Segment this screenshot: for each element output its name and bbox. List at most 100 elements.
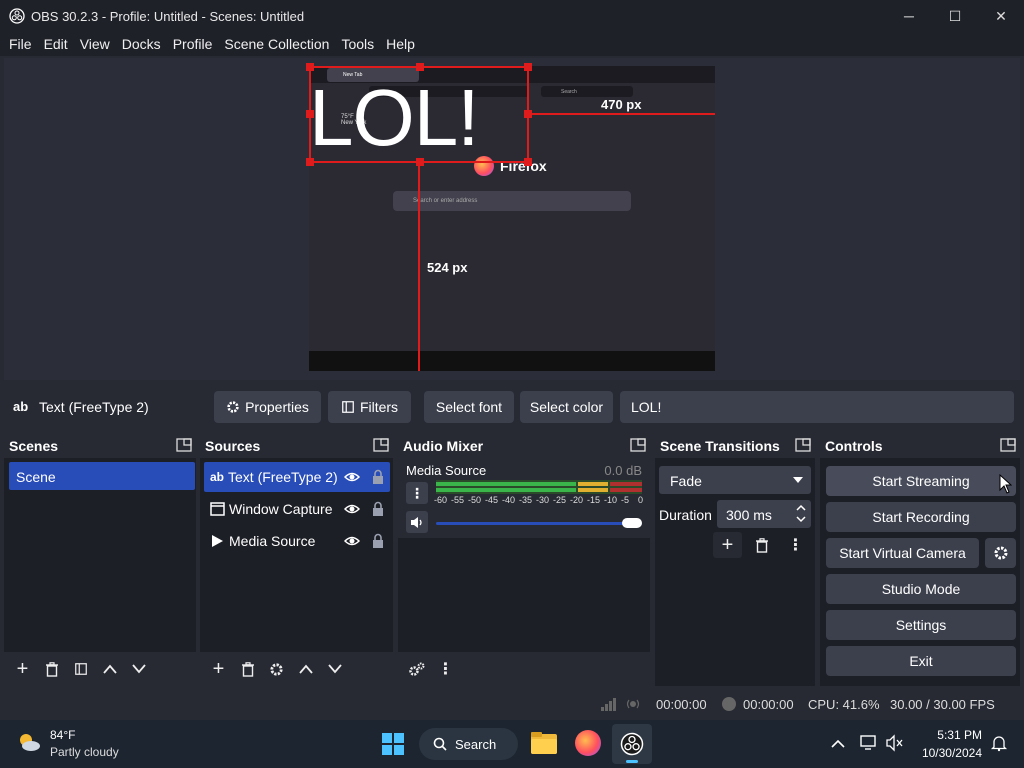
eye-icon[interactable] [344,501,360,517]
volume-slider[interactable] [436,518,642,528]
file-explorer-button[interactable] [530,730,558,759]
menu-edit[interactable]: Edit [38,36,74,52]
scenes-title: Scenes [9,438,59,454]
menu-profile[interactable]: Profile [167,36,219,52]
filter-icon [342,401,354,413]
remove-transition-button[interactable] [747,532,776,558]
source-item-media-source[interactable]: Media Source [204,526,390,556]
transform-handle-bl[interactable] [306,158,314,166]
add-scene-button[interactable]: + [8,656,37,682]
move-scene-down-button[interactable] [124,656,153,682]
firefox-taskbar-icon[interactable] [575,730,601,756]
move-source-down-button[interactable] [320,656,349,682]
meter-green-r [436,488,576,492]
select-color-button[interactable]: Select color [520,391,613,423]
meter-tick-label: -30 [536,495,550,505]
remove-scene-button[interactable] [37,656,66,682]
source-item-window-capture[interactable]: Window Capture [204,494,390,524]
meter-red-r [610,488,642,492]
undock-icon[interactable] [373,438,389,452]
transform-handle-tl[interactable] [306,63,314,71]
add-transition-button[interactable]: + [713,532,742,558]
active-app-indicator [626,760,638,763]
undock-icon[interactable] [630,438,646,452]
transform-handle-tr[interactable] [524,63,532,71]
clock-time[interactable]: 5:31 PM [920,728,982,742]
add-source-button[interactable]: + [204,656,233,682]
advanced-audio-button[interactable] [402,656,431,682]
audio-mixer-dock: Audio Mixer Media Source 0.0 dB ⋮ -60 -55… [398,434,650,686]
cpu-usage: CPU: 41.6% [808,697,880,712]
scenes-dock-header: Scenes [4,434,196,458]
start-streaming-button[interactable]: Start Streaming [826,466,1016,496]
undock-icon[interactable] [1000,438,1016,452]
move-source-up-button[interactable] [291,656,320,682]
sources-dock-header: Sources [200,434,393,458]
filters-button[interactable]: Filters [328,391,411,423]
properties-button[interactable]: Properties [214,391,321,423]
settings-button[interactable]: Settings [826,610,1016,640]
eye-icon[interactable] [344,469,360,485]
menu-view[interactable]: View [74,36,116,52]
chevron-up-icon [102,664,117,674]
source-properties-button[interactable] [262,656,291,682]
transform-handle-t[interactable] [416,63,424,71]
obs-taskbar-button[interactable] [612,724,652,764]
scene-list-item[interactable]: Scene [9,462,195,490]
undock-icon[interactable] [795,438,811,452]
exit-button[interactable]: Exit [826,646,1016,676]
scene-filters-button[interactable] [66,656,95,682]
source-item-text[interactable]: ab Text (FreeType 2) [204,462,390,492]
mixer-menu-button[interactable]: ⋮ [431,656,460,682]
close-button[interactable]: ✕ [978,0,1024,32]
duration-value: 300 ms [726,507,772,523]
menu-tools[interactable]: Tools [335,36,380,52]
start-button[interactable] [381,732,405,759]
menu-file[interactable]: File [3,36,38,52]
spin-down-icon[interactable] [796,516,806,523]
taskbar-search[interactable]: Search [419,728,518,760]
source-type-icon: ab [13,399,29,414]
transform-handle-br[interactable] [524,158,532,166]
start-virtual-camera-button[interactable]: Start Virtual Camera [826,538,979,568]
mute-button[interactable] [406,511,428,533]
minimize-button[interactable]: ─ [886,0,932,32]
lock-icon[interactable] [370,469,386,485]
clock-date[interactable]: 10/30/2024 [912,746,982,760]
remove-source-button[interactable] [233,656,262,682]
plus-icon: + [212,657,225,680]
maximize-button[interactable]: ☐ [932,0,978,32]
select-font-button[interactable]: Select font [424,391,514,423]
meter-red-l [610,482,642,486]
notification-bell-icon[interactable] [990,734,1008,752]
lock-icon[interactable] [370,533,386,549]
channel-menu-button[interactable]: ⋮ [406,482,428,504]
plus-icon: + [721,533,734,556]
lock-icon[interactable] [370,501,386,517]
text-content-field[interactable]: LOL! [620,391,1014,423]
taskbar-search-label: Search [455,736,497,752]
menu-help[interactable]: Help [380,36,421,52]
transition-select[interactable]: Fade [659,466,811,494]
menu-docks[interactable]: Docks [116,36,167,52]
speaker-muted-icon[interactable] [886,734,904,752]
volume-thumb[interactable] [622,518,642,528]
virtual-camera-settings-button[interactable] [985,538,1016,568]
spin-up-icon[interactable] [796,504,806,511]
chevron-up-icon[interactable] [831,739,845,748]
move-scene-up-button[interactable] [95,656,124,682]
transition-menu-button[interactable]: ⋮ [781,532,810,558]
start-recording-button[interactable]: Start Recording [826,502,1016,532]
undock-icon[interactable] [176,438,192,452]
eye-icon[interactable] [344,533,360,549]
sources-title: Sources [205,438,261,454]
studio-mode-button[interactable]: Studio Mode [826,574,1016,604]
filter-icon [74,663,87,675]
duration-spinbox[interactable]: 300 ms [717,500,811,528]
monitor-icon[interactable] [860,734,878,752]
transform-box[interactable] [306,63,532,166]
transform-handle-l[interactable] [306,110,314,118]
record-time: 00:00:00 [743,697,794,712]
menu-scene-collection[interactable]: Scene Collection [218,36,335,52]
weather-widget[interactable] [16,730,42,757]
